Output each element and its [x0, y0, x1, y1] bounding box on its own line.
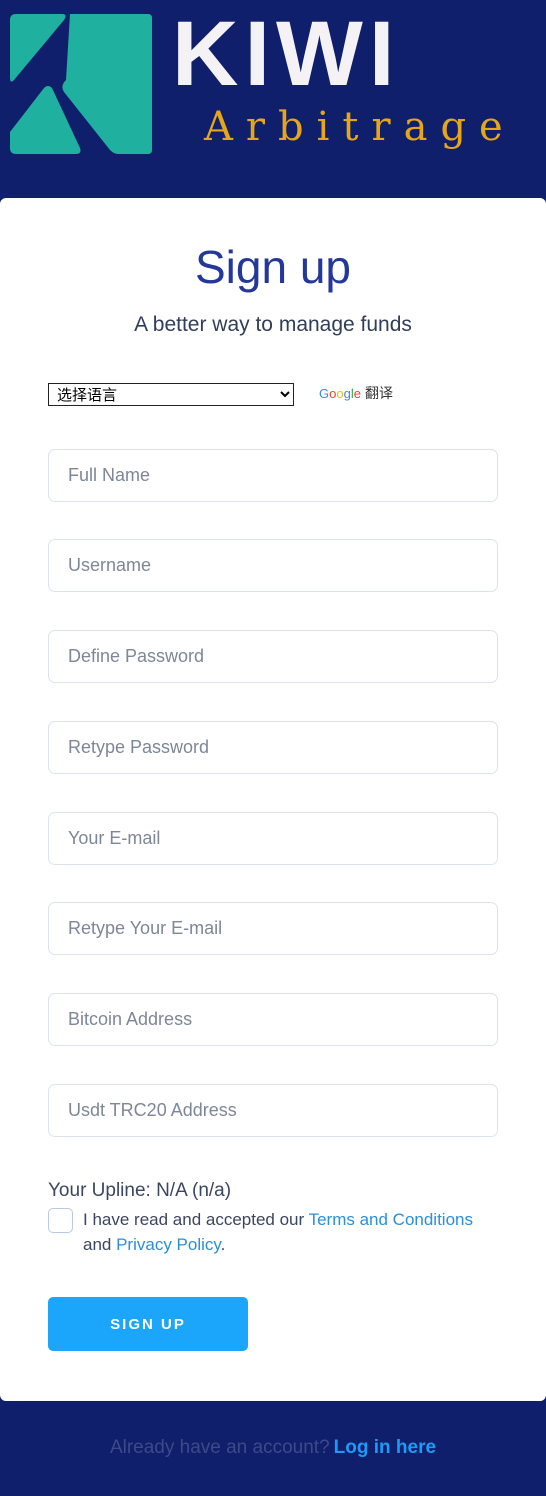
username-input[interactable]: [49, 540, 497, 591]
google-logo: Google: [319, 386, 361, 401]
terms-suffix: .: [220, 1235, 226, 1254]
site-header: KIWI Arbitrage: [0, 0, 546, 198]
terms-checkbox[interactable]: [48, 1208, 73, 1233]
signup-card: Sign up A better way to manage funds 选择语…: [0, 198, 546, 1401]
bitcoin-address-field[interactable]: [48, 993, 498, 1046]
page-subtitle: A better way to manage funds: [134, 313, 412, 336]
usdt-address-field[interactable]: [48, 1084, 498, 1137]
sign-up-button[interactable]: SIGN UP: [48, 1297, 248, 1351]
terms-text: I have read and accepted our Terms and C…: [83, 1207, 503, 1257]
google-translate-brand: Google 翻译: [319, 384, 393, 404]
brand-name-arbitrage: Arbitrage: [204, 104, 516, 150]
password-field[interactable]: [48, 630, 498, 683]
login-footer: Already have an account? Log in here: [0, 1434, 546, 1462]
usdt-address-input[interactable]: [49, 1085, 497, 1136]
login-link[interactable]: Log in here: [334, 1437, 436, 1458]
login-prompt: Already have an account?: [109, 1437, 330, 1458]
retype-password-input[interactable]: [49, 722, 497, 773]
email-field[interactable]: [48, 812, 498, 865]
language-select[interactable]: 选择语言: [48, 383, 294, 406]
full-name-input[interactable]: [49, 450, 497, 501]
email-input[interactable]: [49, 813, 497, 864]
upline-text: Your Upline: N/A (n/a): [48, 1180, 232, 1201]
brand-name-kiwi: KIWI: [172, 3, 401, 105]
retype-password-field[interactable]: [48, 721, 498, 774]
page-title: Sign up: [194, 241, 351, 293]
retype-email-field[interactable]: [48, 902, 498, 955]
kiwi-logo-icon: [10, 14, 152, 154]
terms-prefix: I have read and accepted our: [83, 1210, 309, 1229]
retype-email-input[interactable]: [49, 903, 497, 954]
full-name-field[interactable]: [48, 449, 498, 502]
password-input[interactable]: [49, 631, 497, 682]
translate-label: 翻译: [364, 386, 393, 402]
terms-middle: and: [83, 1235, 117, 1254]
username-field[interactable]: [48, 539, 498, 592]
bitcoin-address-input[interactable]: [49, 994, 497, 1045]
privacy-link[interactable]: Privacy Policy: [116, 1235, 221, 1254]
terms-link[interactable]: Terms and Conditions: [309, 1210, 473, 1229]
